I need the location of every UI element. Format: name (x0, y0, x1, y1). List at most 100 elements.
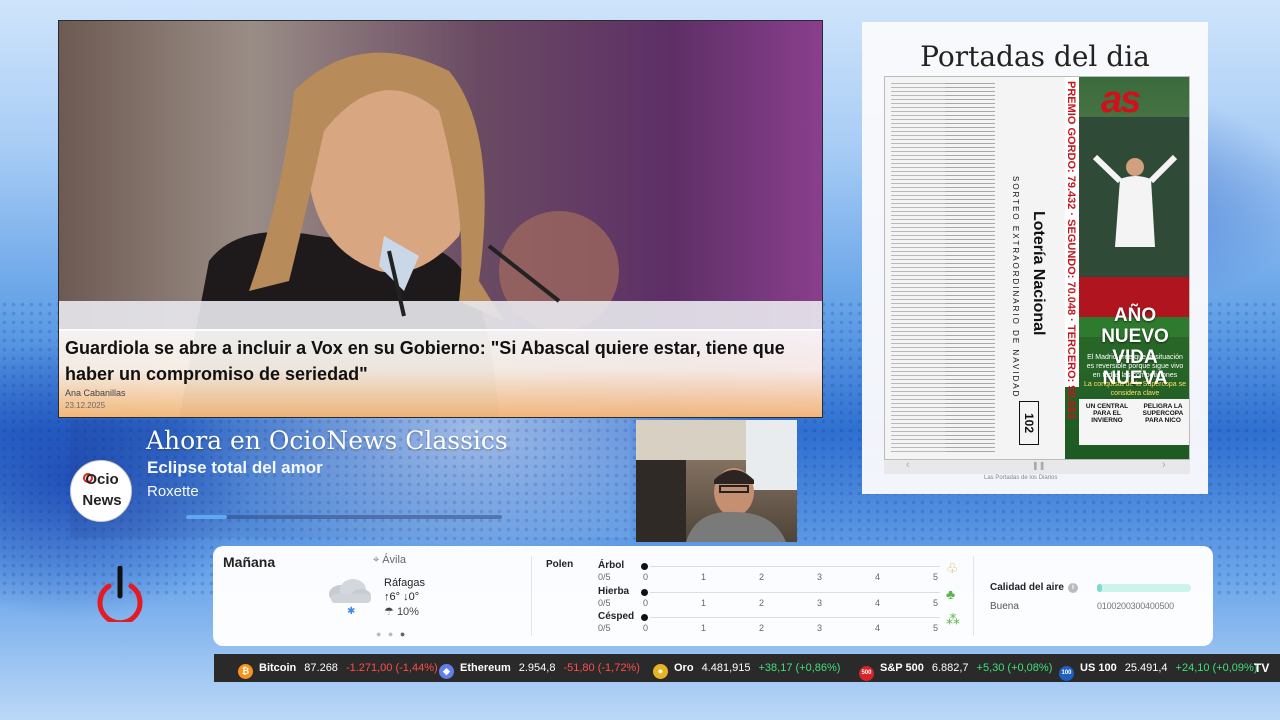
news-card[interactable]: Guardiola se abre a incluir a Vox en su … (58, 20, 823, 418)
ticker-item-sp500[interactable]: 500 S&P 500 6.882,7 +5,30 (+0,08%) (859, 654, 1052, 682)
lottery-results-columns-2 (945, 83, 995, 455)
ticker-price: 87.268 (304, 662, 338, 674)
chevron-left-icon[interactable]: ‹ (906, 459, 910, 471)
location-pin-icon: ⌖ (373, 554, 380, 566)
pollen-label: Polen (546, 559, 574, 570)
news-headline[interactable]: Guardiola se abre a incluir a Vox en su … (65, 335, 816, 387)
pollen-tick: 4 (875, 623, 881, 633)
weather-day: Mañana (223, 554, 276, 570)
carousel-dots[interactable]: ● ● ● (376, 629, 407, 639)
ticker-item-gold[interactable]: ● Oro 4.481,915 +38,17 (+0,86%) (653, 654, 840, 682)
pollen-value: 0/5 (598, 572, 611, 582)
as-deck: El Madrid cree que la situación es rever… (1083, 353, 1187, 398)
pollen-track (650, 592, 940, 593)
front-pages-title: Portadas del dia (920, 40, 1150, 73)
air-quality-label-text: Calidad del aire (990, 582, 1064, 593)
pollen-tick: 3 (817, 598, 823, 608)
webcam-feed (636, 420, 797, 542)
ticker-name: Ethereum (460, 662, 511, 674)
ticker-change: +5,30 (+0,08%) (976, 662, 1053, 674)
news-date: 23.12.2025 (65, 401, 106, 410)
air-quality-bar-fill (1097, 584, 1102, 592)
air-quality-label: Calidad del aire i (990, 582, 1078, 593)
weather-temperatures: ↑6° ↓0° (384, 591, 419, 603)
ocionews-logo: Ocio News (70, 460, 132, 522)
now-playing-panel: Ahora en OcioNews Classics Eclipse total… (70, 420, 630, 538)
ticker-item-bitcoin[interactable]: ₿ Bitcoin 87.268 -1.271,00 (-1,44%) (238, 654, 438, 682)
front-page-image[interactable]: SORTEO EXTRAORDINARIO DE NAVIDAD Lotería… (884, 76, 1190, 460)
now-playing-artist: Roxette (147, 483, 199, 500)
pollen-name: Árbol (598, 560, 625, 571)
logo-text-bottom: News (82, 492, 122, 509)
bitcoin-icon: ₿ (238, 664, 253, 679)
pollen-track (650, 617, 940, 618)
pollen-level-dot (641, 614, 648, 621)
pollen-tick: 4 (875, 598, 881, 608)
weather-location-name: Ávila (382, 554, 407, 566)
ticker-price: 2.954,8 (518, 662, 556, 674)
front-pages-nav: ‹ ❚❚ › (884, 459, 1190, 474)
power-icon[interactable] (96, 565, 144, 626)
divider (531, 556, 532, 636)
ticker-price: 4.481,915 (701, 662, 751, 674)
ticker-change: -51,80 (-1,72%) (563, 662, 640, 674)
air-quality-scale: 0100200300400500 (1097, 601, 1174, 611)
pollen-level-dot (641, 563, 648, 570)
tree-icon: ♧ (946, 560, 959, 576)
pollen-tick: 5 (933, 598, 939, 608)
gold-icon: ● (653, 664, 668, 679)
ticker-price: 6.882,7 (931, 662, 969, 674)
news-caption: Guardiola se abre a incluir a Vox en su … (59, 329, 822, 417)
as-band-left: UN CENTRAL PARA EL INVIERNO (1085, 403, 1129, 424)
pollen-tick: 3 (817, 572, 823, 582)
now-playing-progress-fill (186, 515, 228, 519)
svg-text:✱: ✱ (347, 606, 355, 616)
pollen-name: Césped (598, 611, 635, 622)
weather-gusts-label: Ráfagas (384, 577, 425, 589)
us100-icon: 100 (1059, 666, 1074, 681)
as-deck-line-1: El Madrid cree que la situación es rever… (1086, 354, 1184, 379)
ticker-item-us100[interactable]: 100 US 100 25.491,4 +24,10 (+0,09%) (1059, 654, 1257, 682)
pollen-row-tree: Árbol 0/5 0 1 2 3 4 5 (598, 560, 958, 584)
ticker-change: +24,10 (+0,09%) (1175, 662, 1258, 674)
air-quality-bar (1097, 584, 1191, 592)
air-quality-status: Buena (990, 601, 1019, 612)
pollen-tick: 1 (701, 623, 707, 633)
as-band-right: PELIGRA LA SUPERCOPA PARA NICO (1142, 403, 1184, 424)
front-pages-credit: Las Portadas de los Diarios (984, 475, 1058, 481)
weather-temp-low: 0° (408, 591, 420, 603)
ticker-name: US 100 (1080, 662, 1117, 674)
pollen-name: Hierba (598, 586, 630, 597)
pollen-tick: 5 (933, 572, 939, 582)
chevron-right-icon[interactable]: › (1162, 459, 1166, 471)
pause-icon[interactable]: ❚❚ (1032, 461, 1045, 470)
now-playing-song: Eclipse total del amor (147, 458, 323, 477)
lottery-name: Lotería Nacional (1030, 211, 1047, 336)
pollen-tick: 2 (759, 623, 765, 633)
ticker-change: -1.271,00 (-1,44%) (345, 662, 438, 674)
pollen-tick: 0 (643, 623, 649, 633)
weather-widget: Mañana ⌖ Ávila ✱ Ráfagas ↑6° ↓0° ☂ 10% ● … (213, 546, 1213, 646)
lottery-number: 102 (1019, 401, 1039, 445)
now-playing-progress (186, 515, 502, 519)
ticker-item-ethereum[interactable]: ◆ Ethereum 2.954,8 -51,80 (-1,72%) (439, 654, 640, 682)
weather-rain: ☂ 10% (384, 605, 419, 618)
logo-text-top: Ocio (85, 471, 119, 488)
pollen-tick: 1 (701, 572, 707, 582)
as-headline-line-1: AÑO NUEVO (1101, 305, 1169, 347)
now-playing-title: Ahora en OcioNews Classics (146, 426, 508, 455)
tradingview-logo[interactable]: TV (1254, 654, 1269, 682)
pollen-tick: 2 (759, 572, 765, 582)
pollen-value: 0/5 (598, 598, 611, 608)
info-icon[interactable]: i (1067, 583, 1078, 593)
pollen-tick: 0 (643, 572, 649, 582)
pollen-tick: 2 (759, 598, 765, 608)
market-ticker: ₿ Bitcoin 87.268 -1.271,00 (-1,44%) ◆ Ethere… (214, 654, 1280, 682)
as-cover: PREMIO GORDO: 79.432 · SEGUNDO: 70.048 ·… (1065, 77, 1189, 459)
lottery-page: SORTEO EXTRAORDINARIO DE NAVIDAD Lotería… (885, 77, 1065, 459)
pollen-tick: 4 (875, 572, 881, 582)
pollen-level-dot (641, 589, 648, 596)
lawn-icon: ⁂ (946, 611, 960, 627)
as-bottom-band: UN CENTRAL PARA EL INVIERNO PELIGRA LA S… (1079, 399, 1189, 445)
pollen-row-grass: Hierba 0/5 0 1 2 3 4 5 (598, 586, 958, 610)
